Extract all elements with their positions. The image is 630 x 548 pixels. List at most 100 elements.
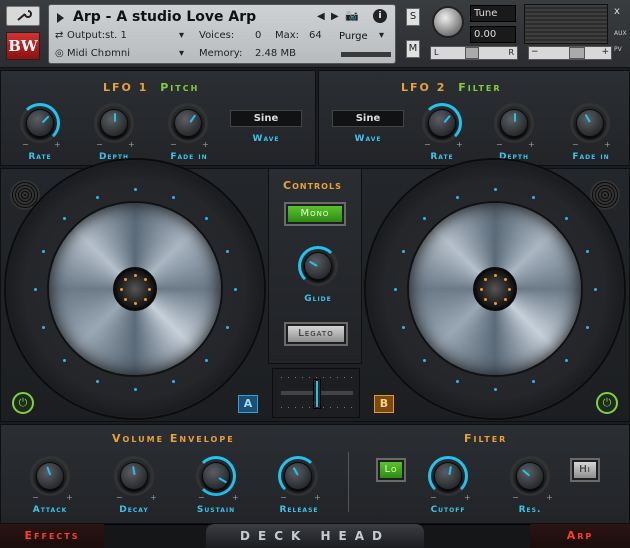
max-voices-value[interactable]: 64 [309,30,322,41]
output-label: Output: [67,30,106,41]
info-icon[interactable]: i [373,9,387,23]
bw-logo: BW [6,32,40,60]
pan-slider[interactable]: L R [430,46,518,60]
deck-b-power-icon[interactable]: ⏻ [596,392,618,414]
lfo2-rate-knob[interactable] [422,103,462,143]
arp-tab[interactable]: Arp [530,524,630,548]
filter-hi-button[interactable]: Hi [572,460,598,480]
legato-button[interactable]: Legato [286,324,346,344]
glide-label: Glide [304,294,332,304]
lfo1-title: LFO 1 Pitch [103,81,199,94]
led-dot [134,188,137,191]
crossfader[interactable] [272,368,360,418]
purge-dropdown[interactable]: Purge [339,31,368,42]
resonance-plus: + [546,493,553,502]
led-dot [564,358,568,362]
lfo2-fade-plus: + [604,140,611,149]
deck-a-power-icon[interactable]: ⏻ [12,392,34,414]
decay-knob[interactable] [114,456,154,496]
next-instrument-icon[interactable]: ▶ [331,11,339,22]
tune-knob[interactable] [432,6,464,38]
lfo1-rate-plus: + [54,140,61,149]
memory-value: 2.48 MB [255,48,296,59]
deck-a-button[interactable]: A [238,395,258,413]
wrench-icon[interactable] [6,6,40,26]
lfo2-title-target: Filter [458,81,502,94]
led-dot [394,288,397,291]
led-dot [503,278,507,282]
led-dot [503,297,507,301]
filter-lo-button[interactable]: Lo [378,460,404,480]
led-dot [148,288,151,291]
lfo2-fade-knob[interactable] [570,103,610,143]
lfo2-fade-label: Fade in [572,152,610,162]
effects-tab[interactable]: Effects [0,524,104,548]
volume-slider[interactable]: − + [528,46,612,60]
output-dropdown-icon[interactable]: ▾ [179,30,184,41]
output-value[interactable]: st. 1 [105,30,127,41]
led-dot [508,288,511,291]
lfo1-depth-knob[interactable] [94,103,134,143]
prev-instrument-icon[interactable]: ◀ [317,11,325,22]
lfo1-rate-label: Rate [28,152,52,162]
led-dot [41,326,45,330]
midi-channel-label: Midi Ch: [67,48,108,59]
instrument-title[interactable]: Arp - A studio Love Arp [73,9,256,25]
lfo1-depth-plus: + [128,140,135,149]
lfo1-fade-label: Fade in [170,152,208,162]
led-dot [494,388,497,391]
release-knob[interactable] [278,456,318,496]
led-dot [401,326,405,330]
solo-button[interactable]: S [406,8,420,26]
pan-handle[interactable] [465,47,479,59]
led-dot [143,278,147,282]
led-dot [34,288,37,291]
cutoff-knob[interactable] [428,456,468,496]
lfo1-rate-knob[interactable] [20,103,60,143]
camera-icon[interactable]: 📷 [345,9,365,23]
level-meter [524,4,608,44]
lfo1-title-target: Pitch [160,81,200,94]
led-dot [401,249,405,253]
lfo2-wave-selector[interactable]: Sine [332,110,404,127]
resonance-label: Res. [518,505,542,515]
lfo1-wave-selector[interactable]: Sine [230,110,302,127]
led-dot [455,195,459,199]
close-icon[interactable]: x [614,6,620,17]
mono-button[interactable]: Mono [286,204,344,224]
volume-handle[interactable] [569,47,585,59]
aux-label[interactable]: AUX [614,30,627,37]
lfo1-title-lfo: LFO 1 [103,81,149,94]
divider [348,452,349,512]
lfo2-depth-knob[interactable] [494,103,534,143]
collapse-triangle-icon[interactable] [57,13,64,23]
lfo1-fade-knob[interactable] [168,103,208,143]
midi-channel-value[interactable]: omni [105,48,130,59]
memory-label: Memory: [199,48,243,59]
lfo2-fade-minus: − [572,140,579,149]
deck-b-button[interactable]: B [374,395,394,413]
mute-button[interactable]: M [406,40,420,58]
output-icon: ⇄ [55,30,64,41]
led-dot [204,358,208,362]
attack-label: Attack [32,505,68,515]
volume-minus-label: − [531,47,539,57]
attack-minus: − [32,493,39,502]
lfo2-rate-plus: + [456,140,463,149]
led-dot [234,288,237,291]
lfo2-rate-minus: − [424,140,431,149]
filter-title: Filter [464,432,508,445]
attack-knob[interactable] [30,456,70,496]
midi-icon: ◎ [55,48,64,59]
tune-value[interactable]: 0.00 [470,26,516,43]
sustain-knob[interactable] [196,456,236,496]
purge-dropdown-icon[interactable]: ▾ [379,30,384,41]
cutoff-minus: − [430,493,437,502]
glide-knob[interactable] [298,246,338,286]
led-dot [172,195,176,199]
resonance-knob[interactable] [510,456,550,496]
led-dot [41,249,45,253]
midi-dropdown-icon[interactable]: ▾ [179,48,184,59]
pv-label[interactable]: PV [614,46,622,53]
instrument-header: BW Arp - A studio Love Arp ◀ ▶ 📷 i ⇄ Out… [0,0,630,68]
